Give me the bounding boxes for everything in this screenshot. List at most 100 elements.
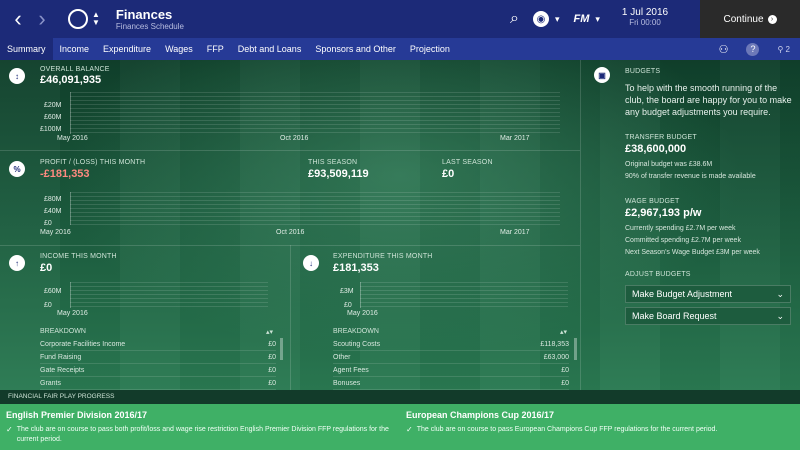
wallet-icon: ▣	[594, 67, 610, 83]
ffp-domestic-text: The club are on course to pass both prof…	[16, 426, 389, 443]
tab-projection[interactable]: Projection	[403, 38, 457, 60]
make-board-request-dropdown[interactable]: Make Board Request ⌄	[625, 307, 791, 325]
row-value: £0	[268, 379, 276, 387]
row-name: Fund Raising	[40, 353, 82, 361]
scrollbar[interactable]	[280, 338, 283, 360]
row-value: £0	[268, 353, 276, 361]
table-row[interactable]: Scouting Costs £118,353	[333, 338, 569, 351]
table-row[interactable]: Grants £0	[40, 377, 276, 390]
scrollbar[interactable]	[574, 338, 577, 360]
check-icon: ✓	[6, 425, 13, 434]
tab-income[interactable]: Income	[53, 38, 97, 60]
budgets-text: To help with the smooth running of the c…	[625, 83, 792, 117]
top-bar: ‹ › ▲ ▼ Finances Finances Schedule ⌕ ◉ ▾ …	[0, 0, 800, 38]
staff-icon[interactable]: ⚇	[719, 43, 729, 56]
arrow-down-icon: ↓	[303, 255, 319, 271]
tab-debt-and-loans[interactable]: Debt and Loans	[231, 38, 309, 60]
chevron-down-icon: ⌄	[776, 288, 784, 299]
wage-note: Next Season's Wage Budget £3M per week	[625, 249, 760, 256]
row-name: Grants	[40, 379, 62, 387]
income-chart	[70, 282, 268, 308]
last-season-value: £0	[442, 168, 455, 180]
balance-xtick: May 2016	[57, 135, 88, 142]
profit-value: -£181,353	[40, 168, 90, 180]
tab-wages[interactable]: Wages	[158, 38, 200, 60]
game-date[interactable]: 1 Jul 2016 Fri 00:00	[590, 0, 700, 38]
tab-sponsors-and-other[interactable]: Sponsors and Other	[308, 38, 403, 60]
fm-menu-button[interactable]: FM	[574, 13, 590, 25]
ffp-european-card[interactable]: European Champions Cup 2016/17 ✓ The clu…	[400, 404, 800, 450]
search-icon[interactable]: ⌕	[510, 10, 519, 28]
balance-label: OVERALL BALANCE	[40, 66, 110, 73]
row-name: Agent Fees	[333, 366, 369, 374]
profit-label: PROFIT / (LOSS) THIS MONTH	[40, 159, 146, 166]
transfer-note: 90% of transfer revenue is made availabl…	[625, 173, 756, 180]
expenditure-label: EXPENDITURE THIS MONTH	[333, 253, 433, 260]
ffp-domestic-card[interactable]: English Premier Division 2016/17 ✓ The c…	[0, 404, 400, 450]
continue-button[interactable]: Continue ›	[700, 0, 800, 38]
ffp-european-message: ✓ The club are on course to pass Europea…	[406, 425, 794, 435]
continue-label: Continue	[723, 13, 764, 25]
make-budget-adjustment-dropdown[interactable]: Make Budget Adjustment ⌄	[625, 285, 791, 303]
balance-xtick: Oct 2016	[280, 135, 309, 142]
balance-value: £46,091,935	[40, 74, 102, 86]
page-title: Finances	[115, 7, 173, 22]
table-row[interactable]: Other £63,000	[333, 351, 569, 364]
adjust-budgets-label: ADJUST BUDGETS	[625, 271, 691, 278]
row-value: £0	[561, 366, 569, 374]
transfer-budget-value: £38,600,000	[625, 143, 687, 155]
wage-note: Committed spending £2.7M per week	[625, 237, 741, 244]
tab-summary[interactable]: Summary	[0, 38, 53, 60]
top-icons: ⌕ ◉ ▾ FM ▾	[510, 0, 600, 38]
dropdown-label: Make Budget Adjustment	[632, 289, 733, 299]
arrow-up-icon: ↑	[9, 255, 25, 271]
expenditure-xtick: May 2016	[347, 310, 378, 317]
row-name: Scouting Costs	[333, 340, 381, 348]
expenditure-ytick: £0	[344, 302, 352, 309]
last-season-label: LAST SEASON	[442, 159, 493, 166]
wage-budget-value: £2,967,193 p/w	[625, 207, 702, 219]
table-row[interactable]: Fund Raising £0	[40, 351, 276, 364]
club-switch-icon[interactable]: ▲ ▼	[92, 11, 100, 27]
back-arrow-icon[interactable]: ‹	[6, 0, 30, 38]
table-row[interactable]: Corporate Facilities Income £0	[40, 338, 276, 351]
season-label: THIS SEASON	[308, 159, 358, 166]
tab-ffp[interactable]: FFP	[200, 38, 231, 60]
table-row[interactable]: Agent Fees £0	[333, 364, 569, 377]
row-name: Gate Receipts	[40, 366, 85, 374]
ffp-european-title: European Champions Cup 2016/17	[406, 410, 555, 420]
chevron-down-icon: ⌄	[776, 310, 784, 321]
income-label: INCOME THIS MONTH	[40, 253, 117, 260]
arrow-right-icon: ›	[767, 14, 777, 24]
income-breakdown-label: BREAKDOWN	[40, 328, 86, 335]
row-name: Other	[333, 353, 351, 361]
expenditure-ytick: £3M	[340, 288, 354, 295]
tab-expenditure[interactable]: Expenditure	[96, 38, 158, 60]
income-ytick: £0	[44, 302, 52, 309]
divider	[290, 245, 291, 390]
income-value: £0	[40, 262, 53, 274]
season-value: £93,509,119	[308, 168, 369, 180]
row-value: £0	[268, 340, 276, 348]
balance-icon: ↕	[9, 68, 25, 84]
user-count[interactable]: ⚲ 2	[777, 45, 790, 54]
row-value: £0	[561, 379, 569, 387]
club-badge-icon[interactable]	[68, 9, 88, 29]
globe-icon[interactable]: ◉	[532, 11, 549, 27]
help-icon[interactable]: ?	[746, 42, 760, 56]
ffp-progress-strip: FINANCIAL FAIR PLAY PROGRESS	[0, 390, 800, 404]
row-name: Corporate Facilities Income	[40, 340, 126, 348]
table-row[interactable]: Bonuses £0	[333, 377, 569, 390]
income-ytick: £60M	[44, 288, 62, 295]
sort-icon[interactable]: ▴▾	[560, 328, 567, 336]
balance-ytick: £60M	[44, 114, 62, 121]
table-row[interactable]: Gate Receipts £0	[40, 364, 276, 377]
chevron-down-icon[interactable]: ▾	[555, 14, 560, 25]
balance-chart	[70, 92, 560, 134]
profit-xtick: Mar 2017	[500, 229, 530, 236]
forward-arrow-icon[interactable]: ›	[30, 0, 54, 38]
expenditure-value: £181,353	[333, 262, 379, 274]
divider	[580, 60, 581, 390]
wage-note: Currently spending £2.7M per week	[625, 225, 736, 232]
sort-icon[interactable]: ▴▾	[266, 328, 273, 336]
